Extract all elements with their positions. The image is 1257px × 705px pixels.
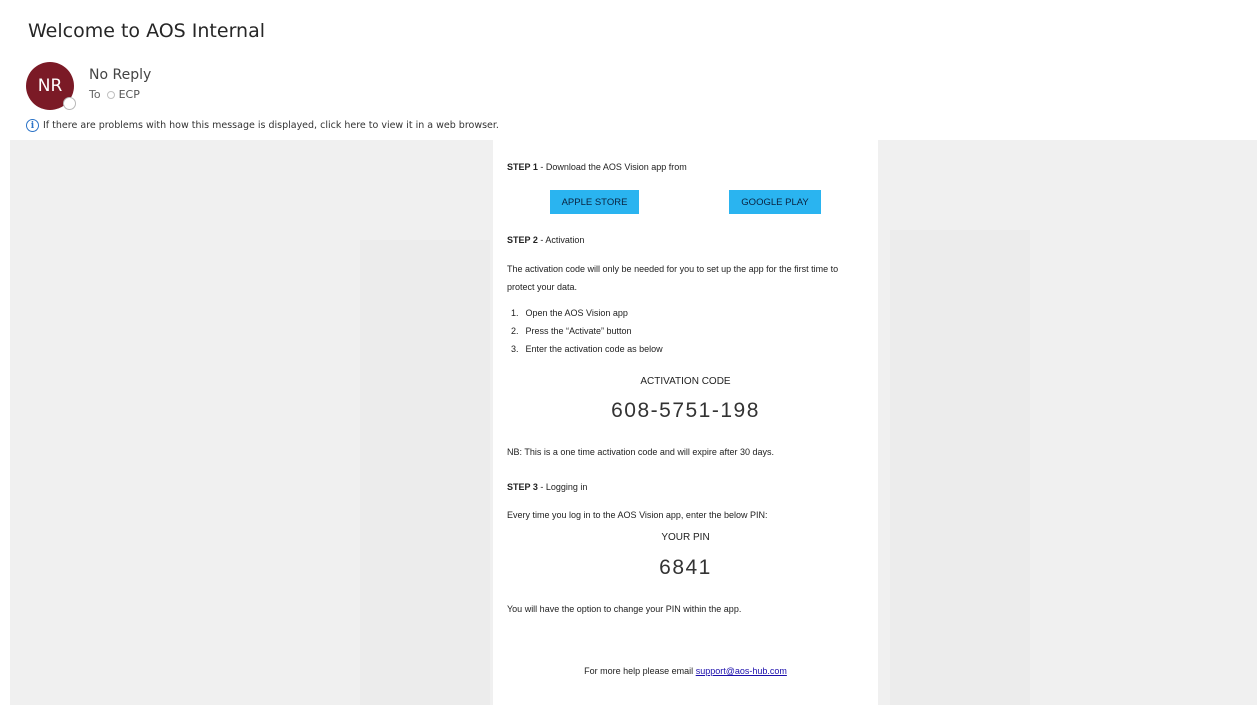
sender-name[interactable]: No Reply xyxy=(89,67,151,83)
instruction-number: 3. xyxy=(511,344,519,354)
pin-value: 6841 xyxy=(659,556,712,579)
instruction-text: Open the AOS Vision app xyxy=(525,308,628,318)
instruction-number: 2. xyxy=(511,326,519,336)
recipient-line: To ECP xyxy=(89,88,140,101)
instruction-item: 2. Press the “Activate” button xyxy=(511,322,663,340)
activation-code-label: ACTIVATION CODE xyxy=(640,376,731,387)
email-reading-pane: Welcome to AOS Internal NR No Reply To E… xyxy=(0,0,1257,705)
step-2-line: STEP 2 - Activation xyxy=(507,235,584,245)
instruction-item: 3. Enter the activation code as below xyxy=(511,340,663,358)
step-3-text: - Logging in xyxy=(537,482,588,492)
background-shade xyxy=(360,240,490,705)
background-shade xyxy=(890,230,1030,705)
help-line: For more help please email support@aos-h… xyxy=(493,666,878,676)
instruction-list: 1. Open the AOS Vision app 2. Press the … xyxy=(511,304,663,358)
info-icon: i xyxy=(26,119,39,132)
help-text: For more help please email xyxy=(584,666,696,676)
instruction-text: Press the “Activate” button xyxy=(525,326,632,336)
apple-store-button[interactable]: APPLE STORE xyxy=(550,190,639,214)
step-1-heading: STEP 1 xyxy=(507,162,538,172)
support-email-link[interactable]: support@aos-hub.com xyxy=(696,666,787,676)
instruction-number: 1. xyxy=(511,308,519,318)
activation-intro: The activation code will only be needed … xyxy=(507,264,839,292)
expiry-note: NB: This is a one time activation code a… xyxy=(507,447,774,457)
change-pin-note: You will have the option to change your … xyxy=(507,604,742,614)
login-intro: Every time you log in to the AOS Vision … xyxy=(507,510,768,520)
email-content: STEP 1 - Download the AOS Vision app fro… xyxy=(493,140,878,705)
message-subject: Welcome to AOS Internal xyxy=(28,20,266,42)
infobar-text[interactable]: If there are problems with how this mess… xyxy=(43,120,499,131)
presence-status-icon xyxy=(63,97,76,110)
pin-label: YOUR PIN xyxy=(661,532,710,543)
avatar-initials: NR xyxy=(37,76,63,96)
step-1-text: - Download the AOS Vision app from xyxy=(537,162,687,172)
step-2-text: - Activation xyxy=(537,235,585,245)
instruction-item: 1. Open the AOS Vision app xyxy=(511,304,663,322)
step-2-heading: STEP 2 xyxy=(507,235,538,245)
recipient-name[interactable]: ECP xyxy=(119,88,140,101)
instruction-text: Enter the activation code as below xyxy=(525,344,663,354)
message-infobar[interactable]: i If there are problems with how this me… xyxy=(26,119,499,132)
step-3-line: STEP 3 - Logging in xyxy=(507,482,587,492)
step-1-line: STEP 1 - Download the AOS Vision app fro… xyxy=(507,162,687,172)
google-play-button[interactable]: GOOGLE PLAY xyxy=(729,190,821,214)
recipient-presence-icon xyxy=(106,90,115,99)
sender-header: NR No Reply To ECP xyxy=(26,62,626,112)
step-3-heading: STEP 3 xyxy=(507,482,538,492)
activation-code-value: 608-5751-198 xyxy=(611,399,760,422)
to-label: To xyxy=(89,88,101,101)
